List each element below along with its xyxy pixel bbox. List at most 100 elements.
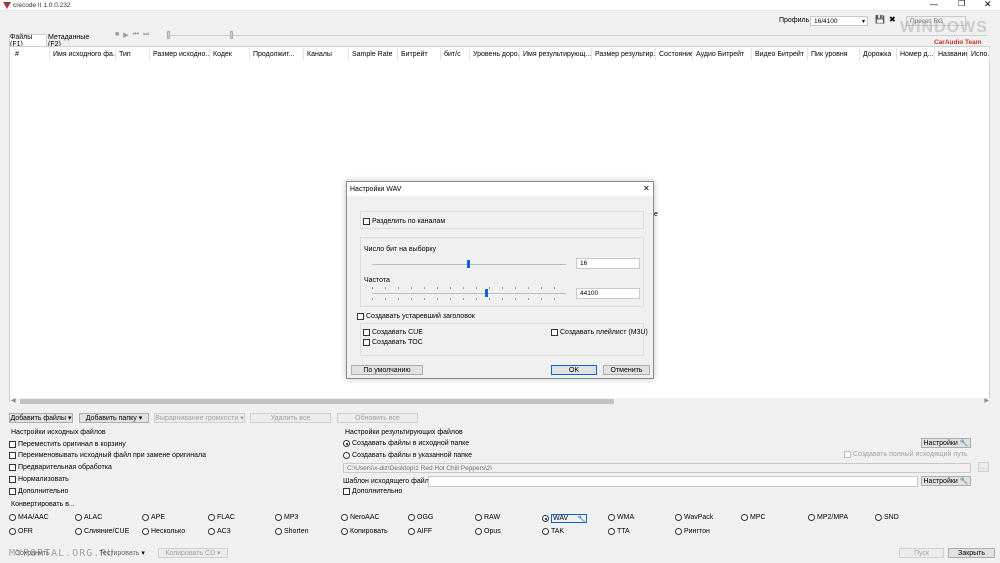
volume-thumb[interactable] (230, 31, 233, 39)
next-icon[interactable]: ⏭ (143, 31, 149, 41)
result-extra-checkbox[interactable]: Дополнительно (343, 488, 402, 495)
column-header[interactable]: Sample Rate (349, 48, 398, 60)
column-header[interactable]: Кодек (210, 48, 250, 60)
volume-normalize-button[interactable]: Выравнивание громкости ▾ (154, 413, 245, 423)
column-header[interactable]: Аудио Битрейт (693, 48, 752, 60)
column-header[interactable]: # (12, 48, 50, 60)
column-header[interactable]: Битрейт (398, 48, 441, 60)
format-radio-копировать[interactable]: Копировать (341, 528, 388, 535)
format-radio-wavpack[interactable]: WavPack (675, 514, 713, 521)
format-radio-ape[interactable]: APE (142, 514, 165, 521)
format-radio-несколько[interactable]: Несколько (142, 528, 185, 535)
format-radio-tta[interactable]: TTA (608, 528, 630, 535)
scroll-left-icon[interactable]: ◀ (11, 397, 16, 404)
freq-value-field[interactable]: 44100 (576, 288, 640, 299)
maximize-icon[interactable]: ❐ (958, 0, 965, 8)
custom-folder-radio[interactable]: Создавать файлы в указанной папке (343, 452, 472, 459)
move-to-trash-checkbox[interactable]: Переместить оригинал в корзину (9, 441, 126, 448)
column-header[interactable]: Каналы (304, 48, 349, 60)
column-header[interactable]: Испо... (968, 48, 990, 60)
defaults-button[interactable]: По умолчанию (351, 365, 423, 375)
stop-icon[interactable]: ■ (115, 31, 119, 41)
format-radio-m4a-aac[interactable]: M4A/AAC (9, 514, 49, 521)
format-radio-wma[interactable]: WMA (608, 514, 634, 521)
source-folder-radio[interactable]: Создавать файлы в исходной папке (343, 440, 469, 447)
seek-thumb[interactable] (167, 31, 170, 39)
bits-slider-thumb[interactable] (467, 260, 471, 268)
format-radio-ogg[interactable]: OGG (408, 514, 433, 521)
cancel-button[interactable]: Отменить (603, 365, 650, 375)
copy-cd-button[interactable]: Копировать CD ▾ (158, 548, 228, 558)
format-radio-flac[interactable]: FLAC (208, 514, 235, 521)
column-header[interactable]: Номер д... (897, 48, 935, 60)
format-radio-alac[interactable]: ALAC (75, 514, 102, 521)
ok-button[interactable]: OK (551, 365, 597, 375)
column-header[interactable]: Размер результир... (592, 48, 656, 60)
profile-select[interactable]: 16/4100 ▾ (810, 16, 868, 26)
tab-files[interactable]: Файлы (F1) (9, 34, 47, 48)
legacy-header-checkbox[interactable]: Создавать устаревший заголовок (357, 313, 475, 320)
column-header[interactable]: Продолжит... (250, 48, 304, 60)
dialog-close-icon[interactable]: ✕ (643, 184, 650, 193)
format-radio-mpc[interactable]: MPC (741, 514, 766, 521)
column-header[interactable]: Уровень доро... (470, 48, 520, 60)
format-radio-mp2-mpa[interactable]: MP2/MPA (808, 514, 848, 521)
format-radio-рингтон[interactable]: Рингтон (675, 528, 710, 535)
source-extra-checkbox[interactable]: Дополнительно (9, 488, 68, 495)
format-radio-neroaac[interactable]: NeroAAC (341, 514, 380, 521)
browse-button[interactable]: … (978, 462, 989, 472)
column-header[interactable]: Тип (116, 48, 150, 60)
delete-profile-icon[interactable]: ✖ (889, 15, 896, 24)
bits-value-field[interactable]: 16 (576, 258, 640, 269)
column-header[interactable]: Имя результирующ... (520, 48, 592, 60)
column-header[interactable]: Размер исходно... (150, 48, 210, 60)
format-radio-aiff[interactable]: AIFF (408, 528, 432, 535)
format-radio-слияние-cue[interactable]: Слияние/CUE (75, 528, 129, 535)
column-header[interactable]: Дорожка (860, 48, 897, 60)
close-app-button[interactable]: Закрыть (948, 548, 995, 558)
column-header[interactable]: Состояние (656, 48, 693, 60)
rename-original-checkbox[interactable]: Переименовывать исходный файл при замене… (9, 452, 206, 459)
tab-metadata[interactable]: Метаданные (F2) (48, 34, 101, 48)
template-settings-button[interactable]: Настройки 🔧 (921, 476, 971, 486)
scrollbar-thumb[interactable] (20, 399, 614, 404)
refresh-all-button[interactable]: Обновить все (337, 413, 418, 423)
seek-track[interactable] (167, 35, 987, 36)
minimize-icon[interactable]: — (930, 0, 938, 9)
preprocess-checkbox[interactable]: Предварительная обработка (9, 464, 112, 471)
freq-slider-thumb[interactable] (484, 289, 488, 297)
create-playlist-checkbox[interactable]: Создавать плейлист (M3U) (551, 329, 648, 336)
prev-icon[interactable]: ⏮ (133, 31, 139, 41)
normalize-checkbox[interactable]: Нормализовать (9, 476, 69, 483)
create-toc-checkbox[interactable]: Создавать TOC (363, 339, 423, 346)
save-dropdown-button[interactable]: Сохранить (14, 548, 84, 558)
template-field[interactable] (428, 476, 918, 487)
column-header[interactable]: Название (935, 48, 968, 60)
test-dropdown-button[interactable]: Тестировать ▾ (92, 548, 152, 558)
format-radio-mp3[interactable]: MP3 (275, 514, 298, 521)
start-button[interactable]: Пуск (899, 548, 944, 558)
format-radio-snd[interactable]: SND (875, 514, 899, 521)
format-radio-wav[interactable]: WAV 🔧 (542, 514, 588, 523)
horizontal-scrollbar[interactable]: ◀ ▶ (10, 398, 990, 405)
column-header[interactable]: Пик уровня (808, 48, 860, 60)
create-cue-checkbox[interactable]: Создавать CUE (363, 329, 423, 336)
split-channels-checkbox[interactable]: Разделить по каналам (363, 218, 445, 225)
format-radio-tak[interactable]: TAK (542, 528, 564, 535)
add-files-button[interactable]: Добавить файлы ▾ (9, 413, 73, 423)
full-path-checkbox[interactable]: Создавать полный исходящий путь (844, 451, 968, 458)
column-header[interactable]: бит/с (441, 48, 470, 60)
scroll-right-icon[interactable]: ▶ (984, 397, 989, 404)
format-radio-opus[interactable]: Opus (475, 528, 501, 535)
play-icon[interactable]: ▶ (123, 31, 128, 41)
close-icon[interactable]: ✕ (984, 0, 992, 10)
format-radio-ofr[interactable]: OFR (9, 528, 33, 535)
format-radio-shorten[interactable]: Shorten (275, 528, 309, 535)
format-radio-raw[interactable]: RAW (475, 514, 500, 521)
column-header[interactable]: Имя исходного фа... (50, 48, 116, 60)
freq-slider[interactable] (372, 287, 566, 300)
output-path-field[interactable]: C:\Users\x-diz\Desktop\1 Red Hot Chili P… (343, 463, 971, 473)
delete-all-button[interactable]: Удалить все (250, 413, 331, 423)
format-radio-ac3[interactable]: AC3 (208, 528, 231, 535)
bits-slider[interactable] (372, 260, 566, 270)
